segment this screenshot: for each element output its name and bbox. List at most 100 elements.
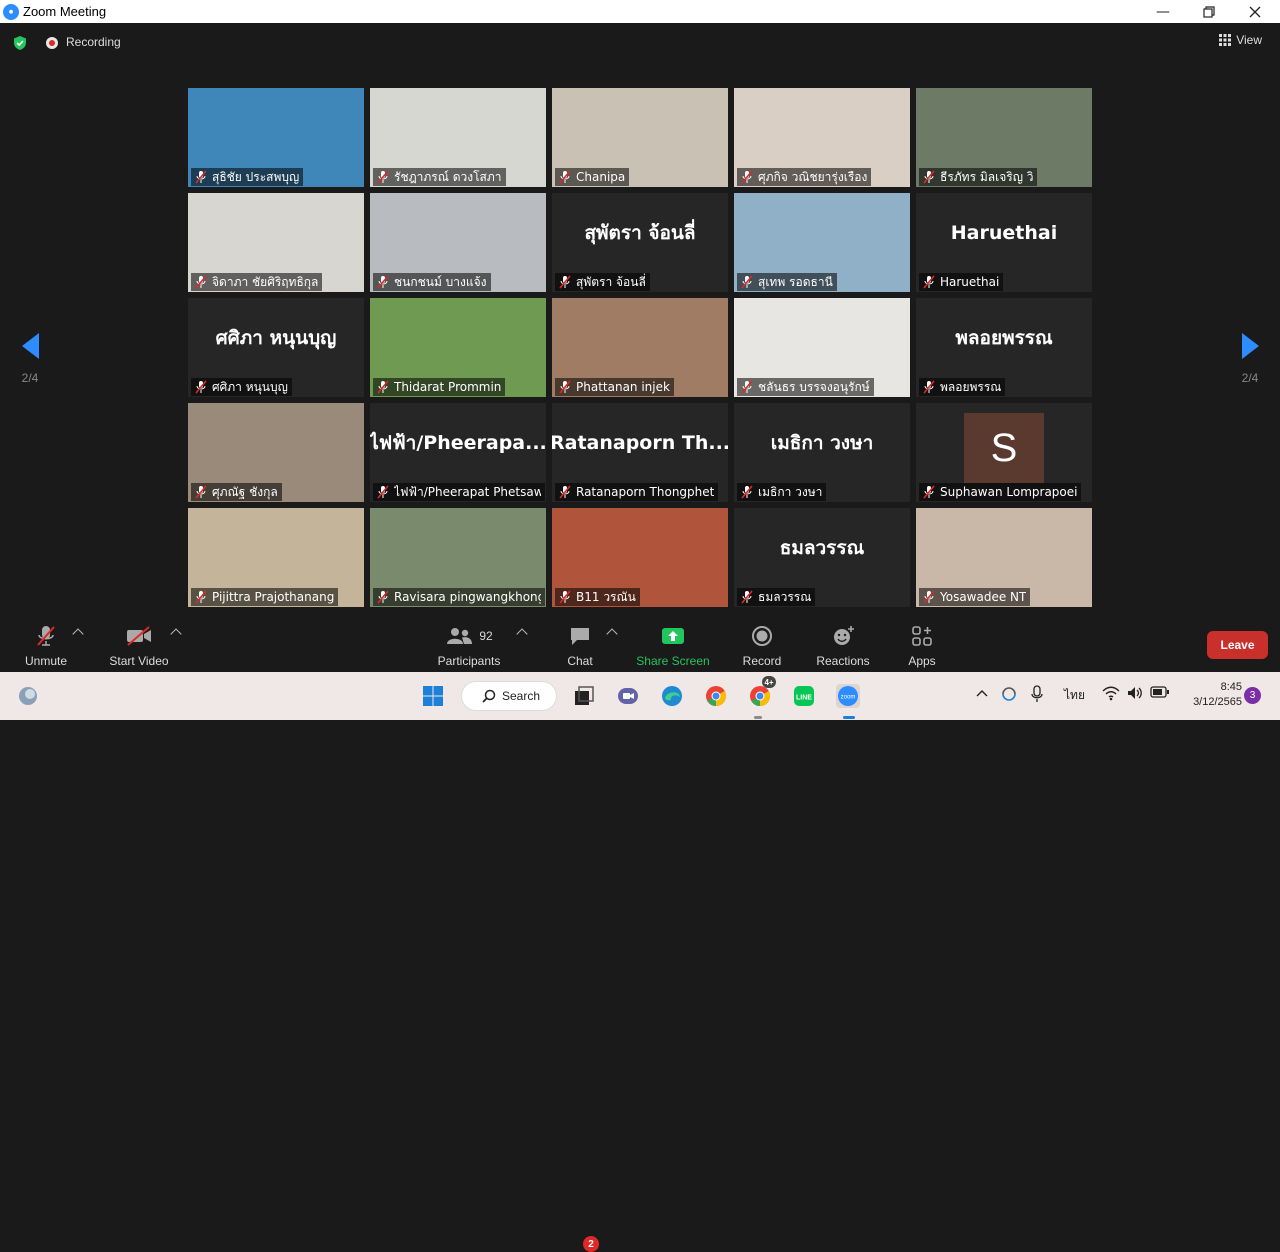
participant-gallery: สุธิชัย ประสพบุญ รัชฎาภรณ์ ดวงโสภา Chanipa…	[188, 88, 1092, 607]
muted-mic-icon	[741, 590, 753, 604]
audio-options-caret-icon[interactable]	[72, 628, 84, 640]
participant-tile[interactable]: Thidarat Prommin	[370, 298, 546, 397]
participant-name: ไฟฟ้า/Pheerapat Phetsawat	[394, 484, 541, 499]
line-app-icon[interactable]: LINE	[792, 684, 816, 708]
windows-start-icon[interactable]	[421, 684, 445, 708]
minimize-button[interactable]: —	[1140, 0, 1186, 23]
teams-chat-icon[interactable]	[616, 684, 640, 708]
taskbar-clock[interactable]: 8:45 3/12/2565	[1182, 680, 1242, 710]
participant-tile[interactable]: ศศิภา หนุนบุญ ศศิภา หนุนบุญ	[188, 298, 364, 397]
muted-mic-icon	[559, 380, 571, 394]
participant-tile[interactable]: Yosawadee NT	[916, 508, 1092, 607]
participant-tile[interactable]: ชนกชนม์ บางแจ้ง	[370, 193, 546, 292]
input-language-indicator[interactable]: ไทย	[1064, 686, 1085, 705]
participant-tile[interactable]: ชลันธร บรรจงอนุรักษ์	[734, 298, 910, 397]
participants-button[interactable]: 92 Participants	[436, 624, 502, 668]
participant-name-tag: สุเทพ รอดธานี	[737, 273, 837, 291]
participant-tile[interactable]: B11 วรณัน	[552, 508, 728, 607]
muted-mic-icon	[923, 275, 935, 289]
muted-mic-icon	[195, 380, 207, 394]
meeting-status-bar	[0, 23, 1280, 63]
zoom-taskbar-icon[interactable]: zoom	[836, 684, 860, 708]
participant-tile[interactable]: จิดาภา ชัยศิริฤทธิกุล	[188, 193, 364, 292]
participant-name: Suphawan Lomprapoei	[940, 485, 1078, 499]
zoom-app-icon: ●	[3, 3, 19, 20]
participant-name-tag: จิดาภา ชัยศิริฤทธิกุล	[191, 273, 323, 291]
muted-mic-icon	[377, 380, 389, 394]
participant-tile[interactable]: พลอยพรรณ พลอยพรรณ	[916, 298, 1092, 397]
wifi-icon[interactable]	[1102, 685, 1120, 704]
participant-tile[interactable]: Pijittra Prajothanang	[188, 508, 364, 607]
previous-page-button[interactable]: 2/4	[10, 333, 50, 385]
arrow-right-icon	[1241, 333, 1259, 359]
participant-name: B11 วรณัน	[576, 589, 636, 604]
participant-avatar: S	[964, 413, 1044, 483]
participant-tile[interactable]: Ratanaporn Th... Ratanaporn Thongphet	[552, 403, 728, 502]
video-options-caret-icon[interactable]	[170, 628, 182, 640]
participant-tile[interactable]: สุเทพ รอดธานี	[734, 193, 910, 292]
participant-name-tag: B11 วรณัน	[555, 588, 640, 606]
participant-name: Ratanaporn Thongphet	[576, 485, 715, 499]
participant-tile[interactable]: Phattanan injek	[552, 298, 728, 397]
chrome-browser-icon[interactable]	[704, 684, 728, 708]
participants-count: 92	[479, 629, 493, 643]
muted-mic-icon	[37, 626, 55, 646]
participant-tile[interactable]: ศุภกิจ วณิชยารุ่งเรือง	[734, 88, 910, 187]
microphone-in-use-icon[interactable]	[1030, 685, 1044, 706]
meeting-toolbar: Unmute Start Video 92 Participants Chat …	[0, 616, 1280, 1252]
apps-button[interactable]: Apps	[904, 624, 940, 668]
participants-options-caret-icon[interactable]	[516, 628, 528, 640]
participant-tile[interactable]: สุธิชัย ประสพบุญ	[188, 88, 364, 187]
participant-tile[interactable]: รัชฎาภรณ์ ดวงโสภา	[370, 88, 546, 187]
participant-tile[interactable]: สุพัตรา จ้อนลี่ สุพัตรา จ้อนลี่	[552, 193, 728, 292]
edge-browser-icon[interactable]	[660, 684, 684, 708]
video-off-icon	[127, 626, 151, 646]
participant-name-tag: Suphawan Lomprapoei	[919, 483, 1082, 501]
participant-tile[interactable]: ธีรภัทร มิลเจริญ วิ	[916, 88, 1092, 187]
battery-icon[interactable]	[1150, 686, 1170, 701]
share-screen-button[interactable]: Share Screen	[636, 624, 710, 668]
participant-name-tag: ธีรภัทร มิลเจริญ วิ	[919, 168, 1038, 186]
notification-count-badge[interactable]: 3	[1244, 687, 1261, 704]
participant-name: สุธิชัย ประสพบุญ	[212, 169, 300, 184]
chrome-badge: 4+	[762, 676, 776, 688]
page-indicator-left: 2/4	[21, 371, 39, 385]
maximize-button[interactable]	[1186, 0, 1232, 23]
muted-mic-icon	[923, 590, 935, 604]
close-button[interactable]	[1232, 0, 1278, 23]
participant-tile[interactable]: ไฟฟ้า/Pheerapa... ไฟฟ้า/Pheerapat Phetsaw…	[370, 403, 546, 502]
reactions-button[interactable]: Reactions	[814, 624, 872, 668]
chat-button[interactable]: Chat	[562, 624, 598, 668]
chat-icon	[571, 628, 589, 645]
participant-display-name: ธมลวรรณ	[779, 536, 865, 559]
muted-mic-icon	[559, 170, 571, 184]
encryption-shield-icon[interactable]	[12, 35, 28, 51]
participant-display-name: Haruethai	[950, 221, 1058, 244]
chat-options-caret-icon[interactable]	[606, 628, 618, 640]
participant-tile[interactable]: Ravisara pingwangkhong	[370, 508, 546, 607]
muted-mic-icon	[741, 170, 753, 184]
volume-icon[interactable]	[1126, 685, 1144, 704]
taskbar-search-box[interactable]: Search	[461, 681, 557, 711]
show-hidden-icons-chevron-icon[interactable]	[976, 687, 988, 701]
participant-tile[interactable]: Chanipa	[552, 88, 728, 187]
record-button[interactable]: Record	[740, 624, 784, 668]
onedrive-sync-icon[interactable]	[1000, 685, 1018, 706]
participant-tile[interactable]: ศุภณัฐ ชังกุล	[188, 403, 364, 502]
next-page-button[interactable]: 2/4	[1230, 333, 1270, 385]
participant-tile[interactable]: S Suphawan Lomprapoei	[916, 403, 1092, 502]
view-button[interactable]: View	[1219, 33, 1262, 47]
participant-name-tag: Ravisara pingwangkhong	[373, 588, 545, 606]
unmute-button[interactable]: Unmute	[22, 624, 70, 668]
participant-tile[interactable]: ธมลวรรณ ธมลวรรณ	[734, 508, 910, 607]
participant-tile[interactable]: เมธิกา วงษา เมธิกา วงษา	[734, 403, 910, 502]
participant-display-name: ไฟฟ้า/Pheerapa...	[370, 431, 546, 454]
svg-text:zoom: zoom	[841, 695, 856, 701]
participant-name: พลอยพรรณ	[940, 379, 1002, 394]
weather-widget-icon[interactable]	[16, 684, 40, 708]
clock-date: 3/12/2565	[1193, 696, 1242, 708]
participant-tile[interactable]: Haruethai Haruethai	[916, 193, 1092, 292]
leave-button[interactable]: Leave	[1207, 631, 1268, 659]
start-video-button[interactable]: Start Video	[106, 624, 172, 668]
task-view-icon[interactable]	[572, 684, 596, 708]
